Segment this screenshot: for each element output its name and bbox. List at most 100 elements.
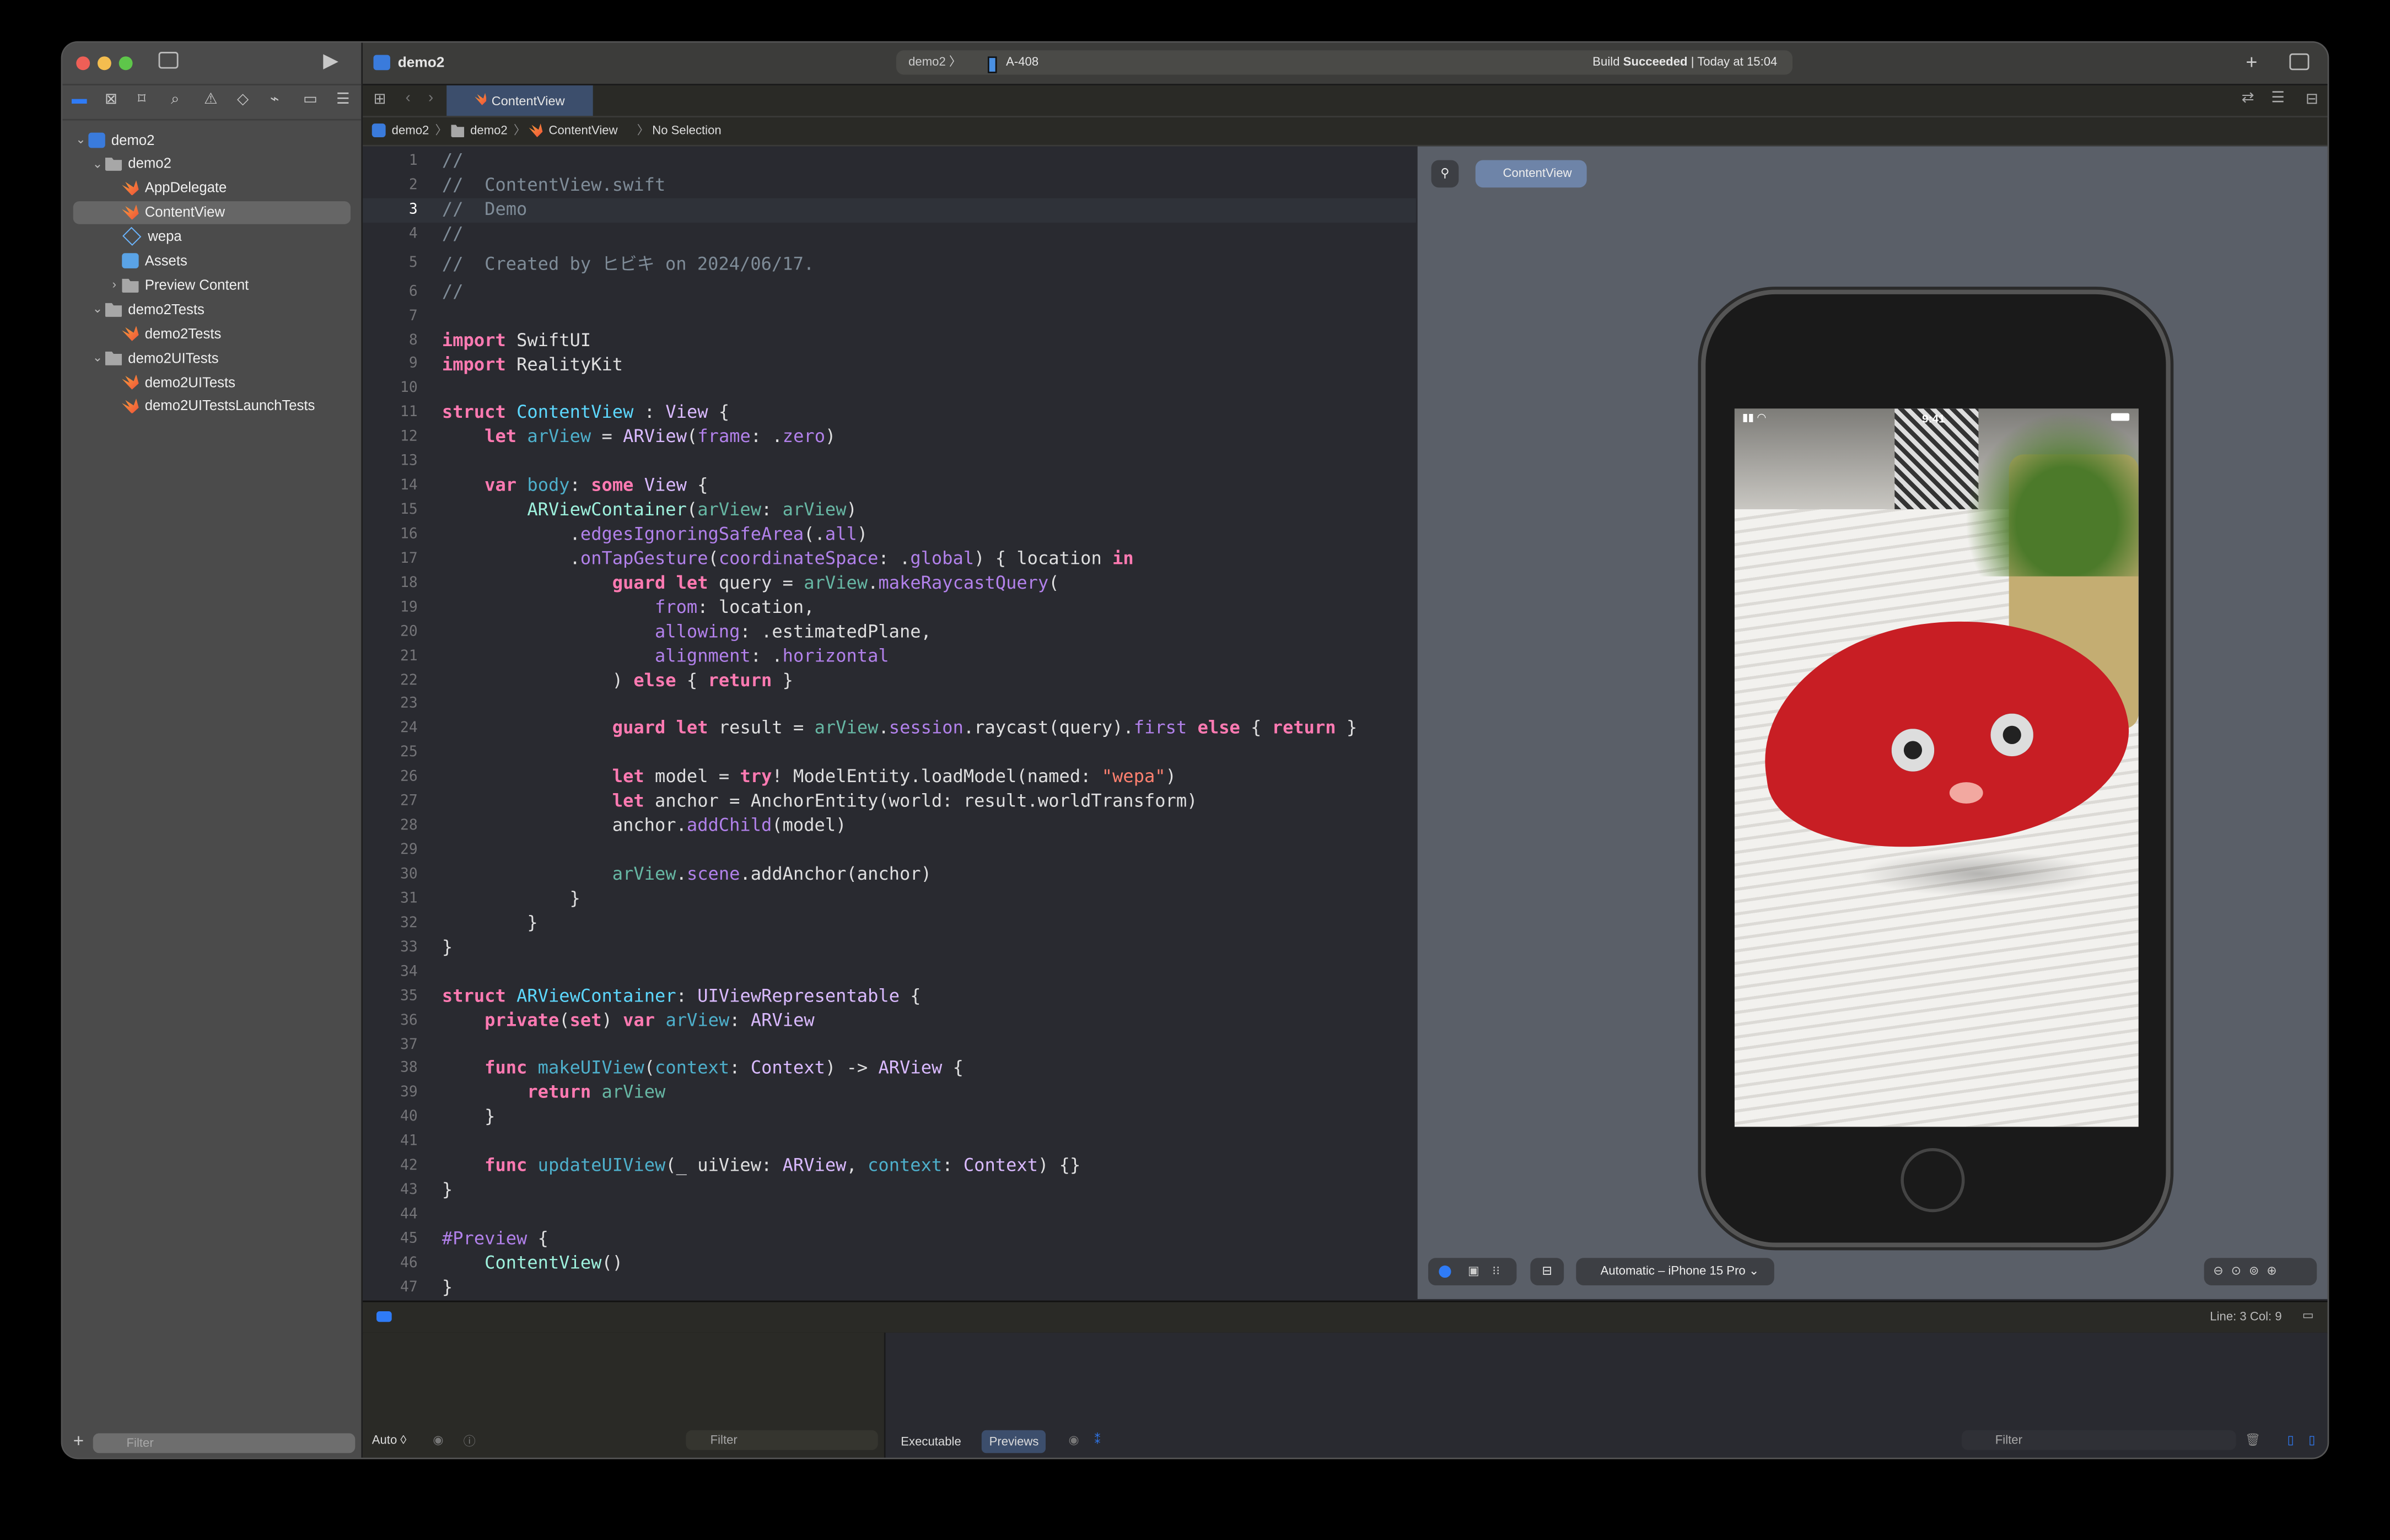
chevron-down-icon[interactable]: ⌄ (73, 133, 89, 147)
code-line[interactable]: #Preview { (442, 1227, 548, 1252)
debug-toggle-icon[interactable] (376, 1311, 392, 1322)
forward-icon[interactable]: › (428, 90, 433, 106)
warning-icon[interactable]: ⚠ (204, 91, 218, 108)
code-line[interactable]: } (442, 1106, 495, 1130)
eye-icon[interactable]: ◉ (433, 1433, 443, 1447)
code-line[interactable]: } (442, 1276, 453, 1299)
folder-icon[interactable]: ▬ (72, 91, 87, 108)
tree-item-demo2uitests[interactable]: demo2UITests (73, 370, 351, 393)
eye-icon[interactable]: ◉ (1068, 1433, 1079, 1447)
bookmark-icon[interactable]: ⌑ (138, 91, 146, 108)
scheme-selector[interactable]: demo2 〉 (908, 50, 961, 74)
code-line[interactable]: } (442, 936, 453, 960)
code-line[interactable]: // (442, 280, 464, 304)
code-line[interactable]: guard let result = arView.session.raycas… (442, 717, 1357, 741)
code-line[interactable]: .edgesIgnoringSafeArea(.all) (442, 523, 868, 547)
tree-item-preview-content[interactable]: › Preview Content (73, 273, 351, 296)
live-preview-icon[interactable] (1439, 1266, 1451, 1278)
console-tab-previews[interactable]: Previews (981, 1430, 1047, 1453)
tree-item-contentview[interactable]: ContentView (73, 201, 351, 224)
code-line[interactable]: ) else { return } (442, 669, 793, 693)
code-line[interactable]: guard let query = arView.makeRaycastQuer… (442, 572, 1059, 596)
zoom-in-icon[interactable]: ⊕ (2267, 1264, 2284, 1278)
device-settings-icon[interactable]: ⊟ (1530, 1258, 1564, 1285)
code-line[interactable]: alignment: .horizontal (442, 644, 889, 669)
adjust-editor-icon[interactable]: ☰ (2271, 90, 2285, 106)
code-line[interactable]: ARViewContainer(arView: arView) (442, 499, 857, 523)
tree-item-demo2[interactable]: ⌄ demo2 (73, 128, 351, 150)
grid-icon[interactable]: ⊞ (373, 91, 386, 108)
tree-item-demo2uitests[interactable]: ⌄ demo2UITests (73, 346, 351, 369)
code-line[interactable]: func makeUIView(context: Context) -> ARV… (442, 1057, 963, 1081)
add-icon[interactable]: + (73, 1430, 84, 1452)
test-icon[interactable]: ◇ (237, 91, 249, 108)
sidebar-toggle-icon[interactable] (158, 52, 179, 69)
source-editor[interactable]: 1 2 3 4 5 6 7 8 9 10 11 12 13 14 15 16 17 18 19 20 21 22 23 24 2… (363, 146, 1416, 1299)
tree-item-wepa[interactable]: wepa (73, 225, 351, 247)
minimize-button[interactable] (97, 56, 111, 71)
ar-camera-view[interactable]: ▮▮ ◠ 9:41 (1734, 408, 2139, 1127)
code-line[interactable]: struct ContentView : View { (442, 402, 729, 426)
source-control-icon[interactable]: ⊠ (105, 91, 117, 108)
right-pane-toggle-icon[interactable]: ▯ (2308, 1433, 2315, 1447)
back-icon[interactable]: ‹ (406, 90, 411, 106)
chevron-down-icon[interactable]: ⌄ (90, 157, 105, 171)
code-line[interactable]: // Created by ヒビキ on 2024/06/17. (442, 246, 814, 280)
breadcrumb-item[interactable]: No Selection (652, 117, 721, 145)
code-line[interactable]: anchor.addChild(model) (442, 815, 847, 839)
code-line[interactable]: ContentView() (442, 1252, 623, 1276)
report-icon[interactable]: ☰ (336, 91, 350, 108)
code-line[interactable]: let arView = ARView(frame: .zero) (442, 426, 836, 450)
tree-item-demo2uitestslaunchtests[interactable]: demo2UITestsLaunchTests (73, 395, 351, 417)
tab-contentview[interactable]: ContentView (446, 85, 593, 116)
left-pane-toggle-icon[interactable]: ▯ (2287, 1433, 2294, 1447)
play-icon[interactable]: ▶ (323, 49, 338, 73)
destination-selector[interactable]: A-408 (1006, 50, 1038, 74)
code-line[interactable]: return arView (442, 1081, 665, 1106)
breadcrumb-item[interactable]: demo2 (392, 117, 429, 145)
trash-icon[interactable]: 🗑 (2245, 1433, 2260, 1447)
code-line[interactable]: from: location, (442, 596, 815, 620)
chevron-down-icon[interactable]: ⌄ (90, 351, 105, 365)
inspector-toggle-icon[interactable] (2289, 53, 2310, 71)
pin-icon[interactable]: ⚲ (1431, 160, 1459, 188)
code-line[interactable]: private(set) var arView: ARView (442, 1009, 815, 1033)
breakpoint-icon[interactable]: ▭ (303, 91, 317, 108)
zoom-fit-icon[interactable]: ⊙ (2231, 1264, 2249, 1278)
tree-item-assets[interactable]: Assets (73, 249, 351, 272)
code-line[interactable]: } (442, 887, 580, 912)
hide-debug-area-icon[interactable]: ▭ (2302, 1308, 2314, 1322)
variants-icon[interactable]: ⁝⁝ (1492, 1258, 1500, 1285)
variables-scope-selector[interactable]: Auto ◊ (372, 1433, 407, 1447)
refresh-icon[interactable]: ⇄ (2242, 90, 2254, 106)
zoom-out-icon[interactable]: ⊖ (2213, 1264, 2231, 1278)
navigator-filter-input[interactable]: Filter (93, 1433, 356, 1453)
selectable-mode-icon[interactable]: ▣ (1468, 1258, 1479, 1285)
tree-item-appdelegate[interactable]: AppDelegate (73, 176, 351, 199)
debug-icon[interactable]: ⌁ (270, 91, 279, 108)
code-line[interactable]: let anchor = AnchorEntity(world: result.… (442, 790, 1198, 815)
code-line[interactable]: } (442, 1179, 453, 1203)
breadcrumb-item[interactable]: demo2 (470, 117, 508, 145)
code-line[interactable]: .onTapGesture(coordinateSpace: .global) … (442, 547, 1134, 572)
code-line[interactable]: func updateUIView(_ uiView: ARView, cont… (442, 1155, 1080, 1179)
zoom-button[interactable] (119, 56, 133, 71)
home-button[interactable] (1901, 1148, 1965, 1213)
close-button[interactable] (76, 56, 90, 71)
preview-diagnostics-icon[interactable]: ⁑ (1094, 1433, 1100, 1447)
code-line[interactable]: import SwiftUI (442, 329, 591, 353)
chevron-down-icon[interactable]: ⌄ (90, 303, 105, 316)
console-tab-executable[interactable]: Executable (901, 1435, 961, 1449)
code-line[interactable]: // Demo (442, 198, 527, 222)
search-icon[interactable]: ⌕ (171, 91, 180, 108)
code-line[interactable]: arView.scene.addAnchor(anchor) (442, 863, 932, 887)
code-line[interactable]: import RealityKit (442, 353, 623, 377)
preview-contentview-button[interactable]: ContentView (1475, 160, 1587, 188)
split-editor-icon[interactable]: ⊟ (2306, 91, 2318, 108)
code-line[interactable]: let model = try! ModelEntity.loadModel(n… (442, 766, 1176, 790)
code-line[interactable]: } (442, 912, 537, 936)
code-line[interactable]: // (442, 149, 464, 174)
chevron-right-icon[interactable]: › (107, 278, 122, 292)
code-line[interactable]: allowing: .estimatedPlane, (442, 620, 932, 644)
zoom-100-icon[interactable]: ⊚ (2249, 1264, 2267, 1278)
